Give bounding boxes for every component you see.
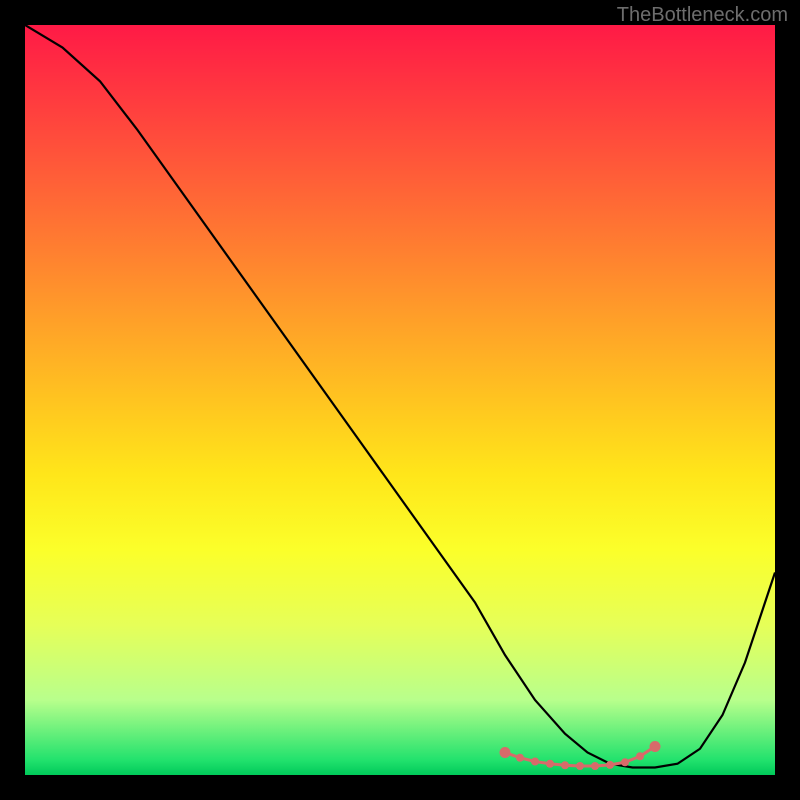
highlight-point	[636, 752, 644, 760]
highlight-point	[561, 761, 569, 769]
chart-area	[25, 25, 775, 775]
highlight-point	[546, 760, 554, 768]
highlight-point	[591, 762, 599, 770]
highlight-point	[576, 762, 584, 770]
highlight-point	[500, 747, 511, 758]
chart-svg	[25, 25, 775, 775]
bottleneck-curve	[25, 25, 775, 768]
watermark-text: TheBottleneck.com	[617, 4, 788, 27]
highlight-point	[516, 754, 524, 762]
highlight-point	[650, 741, 661, 752]
highlight-point	[606, 761, 614, 769]
highlight-point	[531, 758, 539, 766]
highlight-point	[621, 758, 629, 766]
